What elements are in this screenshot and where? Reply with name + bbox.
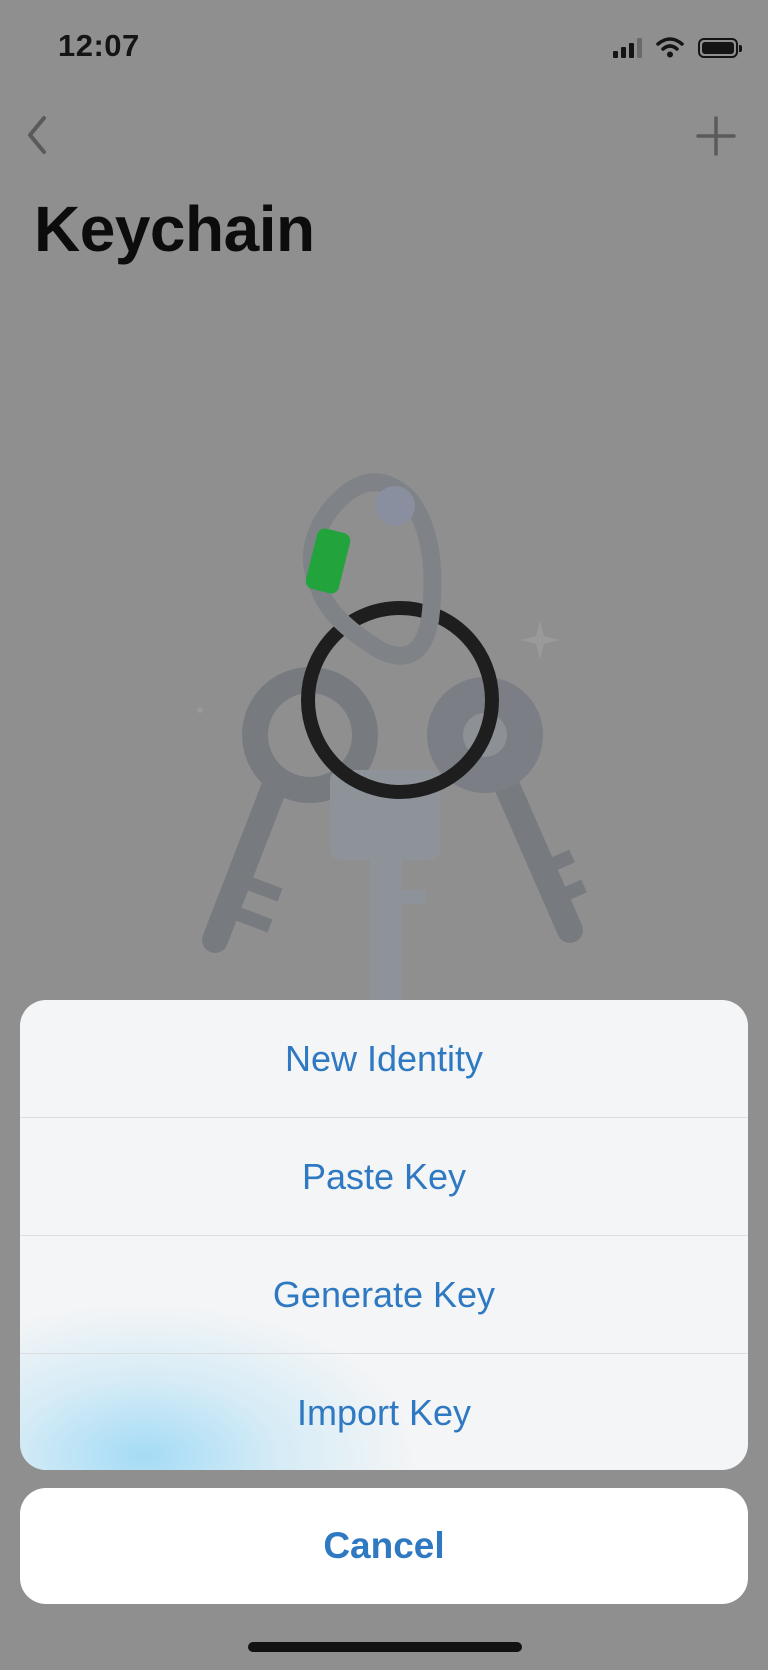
page-title: Keychain [34, 193, 315, 265]
chevron-left-icon [28, 116, 46, 154]
generate-key-button[interactable]: Generate Key [20, 1235, 748, 1353]
home-indicator[interactable] [248, 1642, 522, 1652]
battery-icon [698, 38, 742, 58]
keychain-screen: 12:07 Keychain New Identity Paste Key Ge… [0, 0, 768, 1670]
import-key-label: Import Key [296, 1391, 472, 1433]
plus-icon [696, 116, 736, 156]
middle-key [330, 770, 440, 1010]
cancel-label: Cancel [323, 1525, 445, 1566]
right-key [427, 677, 587, 943]
cellular-signal-icon [613, 38, 642, 58]
paste-key-button[interactable]: Paste Key [20, 1117, 748, 1235]
new-identity-button[interactable]: New Identity [20, 1000, 748, 1117]
generate-key-label: Generate Key [272, 1273, 496, 1315]
carabiner [303, 473, 442, 665]
action-sheet: New Identity Paste Key Generate Key Impo… [20, 1000, 748, 1470]
status-time: 12:07 [58, 28, 140, 63]
new-identity-label: New Identity [284, 1037, 484, 1079]
keychain-illustration [197, 473, 587, 1010]
paste-key-label: Paste Key [301, 1155, 467, 1197]
cancel-button[interactable]: Cancel [20, 1488, 748, 1604]
wifi-icon [656, 37, 684, 58]
add-button[interactable] [692, 112, 740, 160]
status-bar: 12:07 [0, 0, 768, 96]
back-button[interactable] [14, 110, 58, 160]
import-key-button[interactable]: Import Key [20, 1353, 748, 1470]
status-icons [613, 36, 742, 58]
